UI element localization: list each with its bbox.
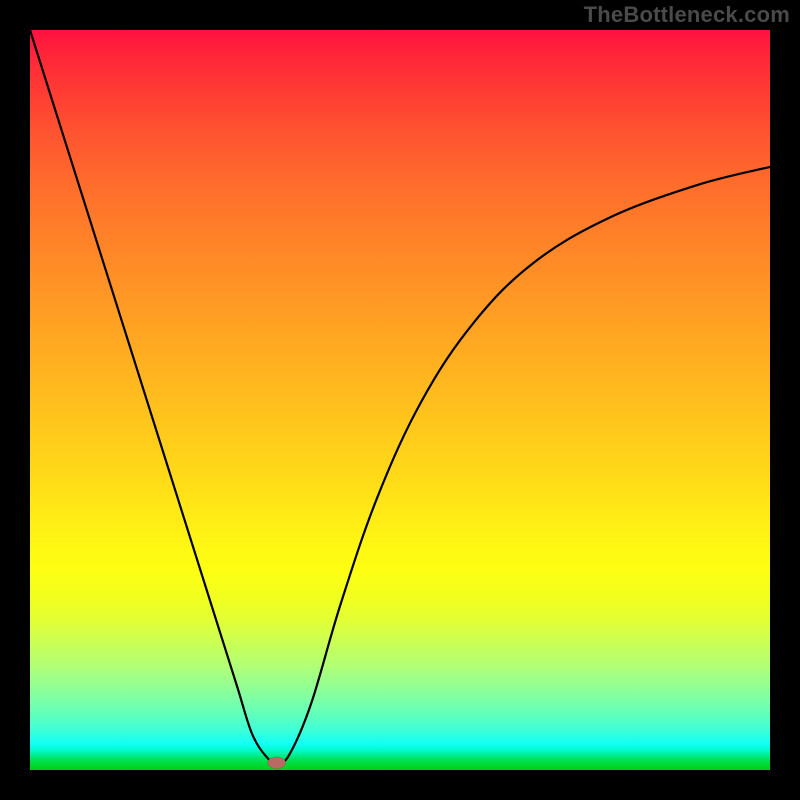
chart-container: TheBottleneck.com [0,0,800,800]
bottleneck-curve [30,30,770,763]
watermark-text: TheBottleneck.com [584,2,790,28]
plot-area [30,30,770,770]
curve-svg [30,30,770,770]
minimum-marker [268,757,286,769]
